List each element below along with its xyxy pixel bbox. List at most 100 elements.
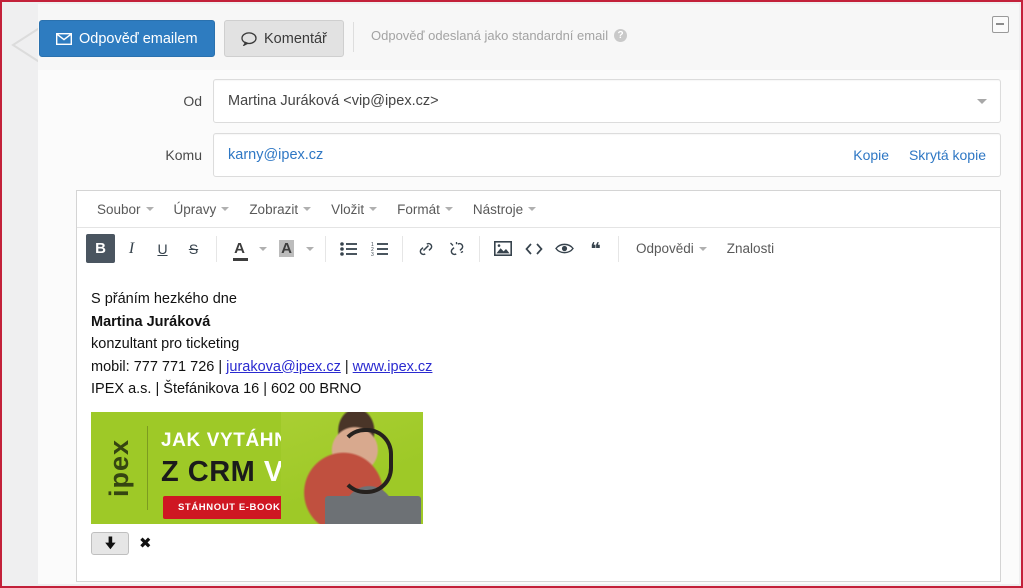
body-email-link[interactable]: jurakova@ipex.cz [226, 359, 341, 375]
body-contact-line: mobil: 777 771 726 | jurakova@ipex.cz | … [91, 356, 986, 379]
body-phone: mobil: 777 771 726 | [91, 358, 227, 375]
reply-email-label: Odpověď emailem [79, 30, 198, 47]
eye-icon [555, 243, 574, 254]
toolbar-separator [216, 235, 217, 262]
menu-edit[interactable]: Úpravy [164, 196, 240, 222]
bold-button[interactable]: B [86, 234, 115, 263]
editor-toolbar: B I U S A A 1 2 3 ❝ Odpovědi Znalosti [77, 228, 1000, 270]
from-label: Od [183, 93, 202, 109]
cc-bcc-links: Kopie Skrytá kopie [837, 134, 986, 176]
source-code-button[interactable] [519, 234, 548, 263]
background-color-dropdown[interactable] [302, 234, 318, 263]
color-swatch-bar [233, 258, 249, 261]
send-mode-hint: Odpověď odeslaná jako standardní email ? [353, 22, 628, 52]
answers-label: Odpovědi [636, 241, 694, 256]
left-gutter [4, 4, 42, 584]
knowledge-menu[interactable]: Znalosti [717, 235, 784, 262]
underline-button[interactable]: U [148, 234, 177, 263]
to-value: karny@ipex.cz [228, 147, 324, 163]
toolbar-separator [325, 235, 326, 262]
chevron-down-icon [698, 246, 707, 251]
to-row: Komu karny@ipex.cz Kopie Skrytá kopie [38, 133, 1019, 177]
close-x-icon[interactable]: ✖ [139, 536, 152, 551]
toolbar-separator [618, 235, 619, 262]
chevron-down-icon [369, 207, 378, 211]
menu-view[interactable]: Zobrazit [239, 196, 321, 222]
blockquote-button[interactable]: ❝ [581, 234, 610, 263]
body-position: konzultant pro ticketing [91, 336, 240, 352]
banner-photo [281, 411, 423, 524]
comment-label: Komentář [264, 30, 327, 47]
insert-image-button[interactable] [488, 234, 517, 263]
laptop-shape [325, 495, 421, 524]
chevron-down-icon [259, 246, 267, 251]
menu-insert[interactable]: Vložit [321, 196, 387, 222]
envelope-icon [56, 32, 72, 45]
italic-icon: I [128, 239, 135, 257]
banner-cta-button[interactable]: STÁHNOUT E-BOOK [163, 495, 296, 519]
to-label: Komu [165, 147, 202, 163]
answers-menu[interactable]: Odpovědi [626, 235, 717, 262]
unlink-icon [449, 241, 463, 255]
chevron-down-icon [221, 207, 230, 211]
text-color-button[interactable]: A [225, 234, 254, 263]
text-color-dropdown[interactable] [255, 234, 271, 263]
menu-format[interactable]: Formát [387, 196, 463, 222]
underline-icon: U [157, 240, 168, 257]
link-icon [419, 242, 432, 255]
menu-insert-label: Vložit [331, 201, 365, 217]
toolbar-separator [479, 235, 480, 262]
question-mark-icon[interactable]: ? [614, 29, 628, 42]
reply-email-button[interactable]: Odpověď emailem [39, 20, 215, 57]
body-greeting: S přáním hezkého dne [91, 291, 237, 307]
body-address: IPEX a.s. | Štefánikova 16 | 602 00 BRNO [91, 381, 362, 397]
menu-file-label: Soubor [97, 201, 141, 217]
menu-format-label: Formát [397, 201, 440, 217]
svg-text:3: 3 [371, 252, 374, 256]
reply-panel: Odpověď emailem Komentář Odpověď odeslan… [38, 4, 1019, 584]
body-web-link[interactable]: www.ipex.cz [353, 359, 433, 375]
chevron-down-icon[interactable] [977, 99, 987, 104]
knowledge-label: Znalosti [726, 241, 775, 256]
speech-bubble-icon [241, 31, 257, 46]
menu-edit-label: Úpravy [173, 201, 217, 217]
editor-menu-bar: Soubor Úpravy Zobrazit Vložit Formát Nás… [77, 191, 1000, 228]
download-attachment-button[interactable] [91, 531, 129, 555]
bold-icon: B [95, 240, 106, 257]
signature-banner-image[interactable]: ipex JAK VYTÁHNOUT Z CRM VÍCE STÁHNOUT E… [91, 411, 423, 524]
background-color-button[interactable]: A [272, 234, 301, 263]
menu-tools-label: Nástroje [472, 201, 524, 217]
ipex-logo: ipex [103, 438, 134, 497]
from-field[interactable]: Martina Juráková <vip@ipex.cz> [213, 79, 1001, 123]
menu-file[interactable]: Soubor [87, 196, 164, 222]
chevron-down-icon [306, 246, 314, 251]
minimize-window-icon[interactable] [992, 16, 1009, 33]
hint-divider [353, 22, 354, 52]
menu-tools[interactable]: Nástroje [463, 196, 546, 222]
from-row: Od Martina Juráková <vip@ipex.cz> [38, 79, 1019, 123]
text-color-glyph: A [234, 240, 245, 257]
strikethrough-button[interactable]: S [179, 234, 208, 263]
italic-button[interactable]: I [117, 234, 146, 263]
quote-icon: ❝ [590, 238, 601, 259]
bcc-link[interactable]: Skrytá kopie [909, 147, 986, 163]
email-body[interactable]: S přáním hezkého dne Martina Juráková ko… [77, 269, 1000, 581]
numbered-list-icon: 1 2 3 [371, 242, 388, 256]
text-color-icon: A [233, 240, 249, 261]
remove-link-button[interactable] [442, 234, 471, 263]
bullet-list-icon [340, 241, 357, 256]
body-sender-name: Martina Juráková [91, 313, 211, 330]
send-mode-hint-text: Odpověď odeslaná jako standardní email [371, 28, 609, 43]
preview-button[interactable] [550, 234, 579, 263]
cc-link[interactable]: Kopie [853, 147, 889, 163]
action-bar: Odpověď emailem Komentář Odpověď odeslan… [38, 4, 1019, 70]
comment-button[interactable]: Komentář [224, 20, 344, 57]
background-color-icon: A [279, 240, 294, 257]
numbered-list-button[interactable]: 1 2 3 [365, 234, 394, 263]
banner-line-2-dark: Z CRM [161, 455, 264, 488]
code-icon [524, 242, 543, 255]
insert-link-button[interactable] [411, 234, 440, 263]
to-field[interactable]: karny@ipex.cz Kopie Skrytá kopie [213, 133, 1001, 177]
headset-icon [339, 427, 393, 494]
bullet-list-button[interactable] [334, 234, 363, 263]
